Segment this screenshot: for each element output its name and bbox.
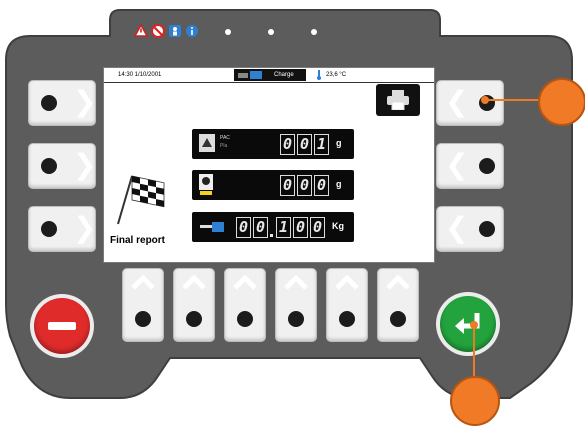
callout-line bbox=[470, 96, 543, 378]
callout-marker-enter bbox=[450, 376, 500, 426]
callout-marker-print bbox=[538, 78, 585, 126]
